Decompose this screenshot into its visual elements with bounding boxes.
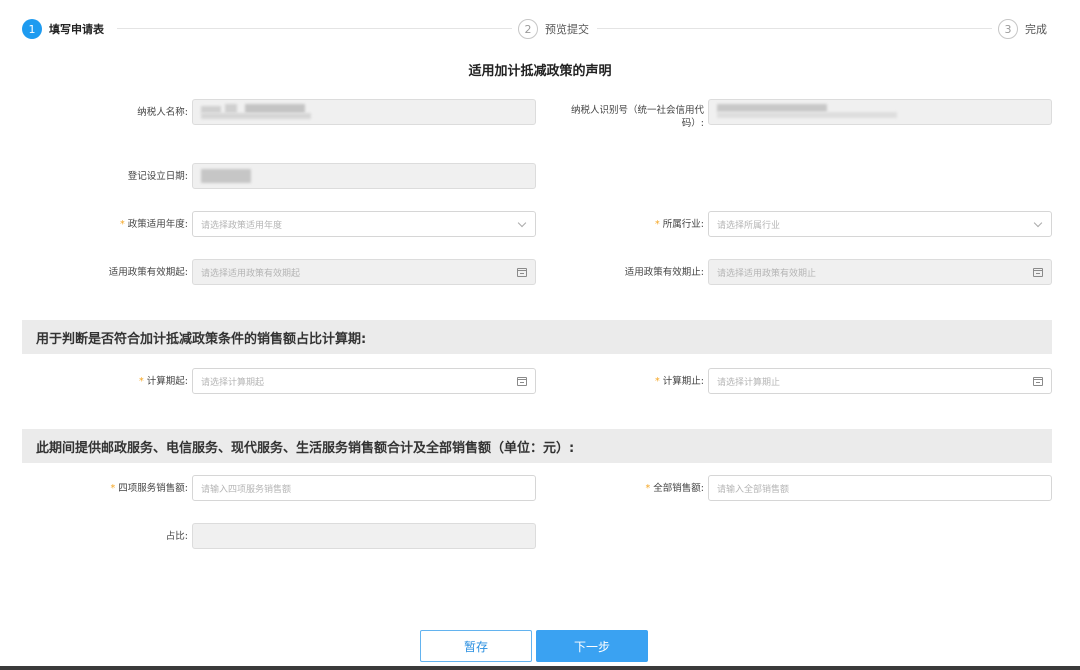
calc-start-label: * 计算期起: <box>139 376 188 387</box>
step-3-number: 3 <box>998 19 1018 39</box>
save-draft-button[interactable]: 暂存 <box>420 630 532 662</box>
step-connector-1 <box>117 28 512 29</box>
valid-end-date-field: 请选择适用政策有效期止 <box>708 259 1052 285</box>
step-2-number: 2 <box>518 19 538 39</box>
required-mark: * <box>645 483 651 494</box>
calc-end-label: * 计算期止: <box>655 376 704 387</box>
valid-end-placeholder: 请选择适用政策有效期止 <box>717 268 817 279</box>
taxpayer-id-label-line1: 纳税人识别号（统一社会信用代 <box>570 105 704 116</box>
policy-year-placeholder: 请选择政策适用年度 <box>201 220 283 231</box>
calc-start-placeholder: 请选择计算期起 <box>201 377 265 388</box>
total-sales-placeholder: 请输入全部销售额 <box>717 484 790 495</box>
step-2-label: 预览提交 <box>545 23 589 36</box>
section-header-sales-amounts: 此期间提供邮政服务、电信服务、现代服务、生活服务销售额合计及全部销售额（单位：元… <box>22 429 1052 463</box>
required-mark: * <box>655 219 660 230</box>
valid-start-label: 适用政策有效期起: <box>108 267 188 278</box>
four-sales-label: * 四项服务销售额: <box>110 483 188 494</box>
step-1: 1 填写申请表 <box>22 17 104 41</box>
taxpayer-id-label-line2: 码）: <box>681 118 704 129</box>
required-mark: * <box>120 219 125 230</box>
redacted-taxpayer-name <box>225 104 237 113</box>
steps-bar: 1 填写申请表 2 预览提交 3 完成 <box>22 17 1052 41</box>
valid-start-date-field: 请选择适用政策有效期起 <box>192 259 536 285</box>
taxpayer-id-field <box>708 99 1052 125</box>
ratio-field <box>192 523 536 549</box>
step-connector-2 <box>597 28 992 29</box>
total-sales-label: * 全部销售额: <box>645 483 704 494</box>
required-mark: * <box>655 376 660 387</box>
taxpayer-name-field <box>192 99 536 125</box>
policy-year-label: * 政策适用年度: <box>120 219 188 230</box>
taxpayer-id-label: 纳税人识别号（统一社会信用代 码）: <box>548 104 704 130</box>
next-step-button[interactable]: 下一步 <box>536 630 648 662</box>
policy-year-select[interactable]: 请选择政策适用年度 <box>192 211 536 237</box>
reg-date-field <box>192 163 536 189</box>
four-sales-input[interactable]: 请输入四项服务销售额 <box>192 475 536 501</box>
industry-label: * 所属行业: <box>655 219 704 230</box>
calendar-icon <box>1033 267 1043 277</box>
step-3-label: 完成 <box>1025 23 1047 36</box>
four-sales-placeholder: 请输入四项服务销售额 <box>201 484 292 495</box>
bottom-edge <box>0 666 1080 670</box>
chevron-down-icon <box>1033 219 1043 229</box>
step-2: 2 预览提交 <box>514 17 593 41</box>
calendar-icon <box>517 267 527 277</box>
calc-end-placeholder: 请选择计算期止 <box>717 377 781 388</box>
industry-placeholder: 请选择所属行业 <box>717 220 781 231</box>
step-3: 3 完成 <box>994 17 1047 41</box>
total-sales-input[interactable]: 请输入全部销售额 <box>708 475 1052 501</box>
taxpayer-name-label: 纳税人名称: <box>137 107 188 118</box>
step-1-number: 1 <box>22 19 42 39</box>
page-title: 适用加计抵减政策的声明 <box>468 64 612 79</box>
redacted-taxpayer-name <box>201 106 221 113</box>
calendar-icon[interactable] <box>1033 376 1043 386</box>
ratio-label: 占比: <box>165 531 188 542</box>
redacted-taxpayer-id <box>717 104 827 112</box>
chevron-down-icon <box>517 219 527 229</box>
calc-end-date-picker[interactable]: 请选择计算期止 <box>708 368 1052 394</box>
reg-date-label: 登记设立日期: <box>127 171 188 182</box>
valid-end-label: 适用政策有效期止: <box>624 267 704 278</box>
redacted-taxpayer-name <box>201 113 311 119</box>
step-1-label: 填写申请表 <box>49 23 104 36</box>
section-header-calc-period: 用于判断是否符合加计抵减政策条件的销售额占比计算期: <box>22 320 1052 354</box>
redacted-taxpayer-name <box>245 104 305 113</box>
calc-start-date-picker[interactable]: 请选择计算期起 <box>192 368 536 394</box>
redacted-taxpayer-id <box>717 112 897 118</box>
industry-select[interactable]: 请选择所属行业 <box>708 211 1052 237</box>
required-mark: * <box>110 483 116 494</box>
required-mark: * <box>139 376 144 387</box>
calendar-icon[interactable] <box>517 376 527 386</box>
redacted-reg-date <box>201 169 251 183</box>
valid-start-placeholder: 请选择适用政策有效期起 <box>201 268 301 279</box>
